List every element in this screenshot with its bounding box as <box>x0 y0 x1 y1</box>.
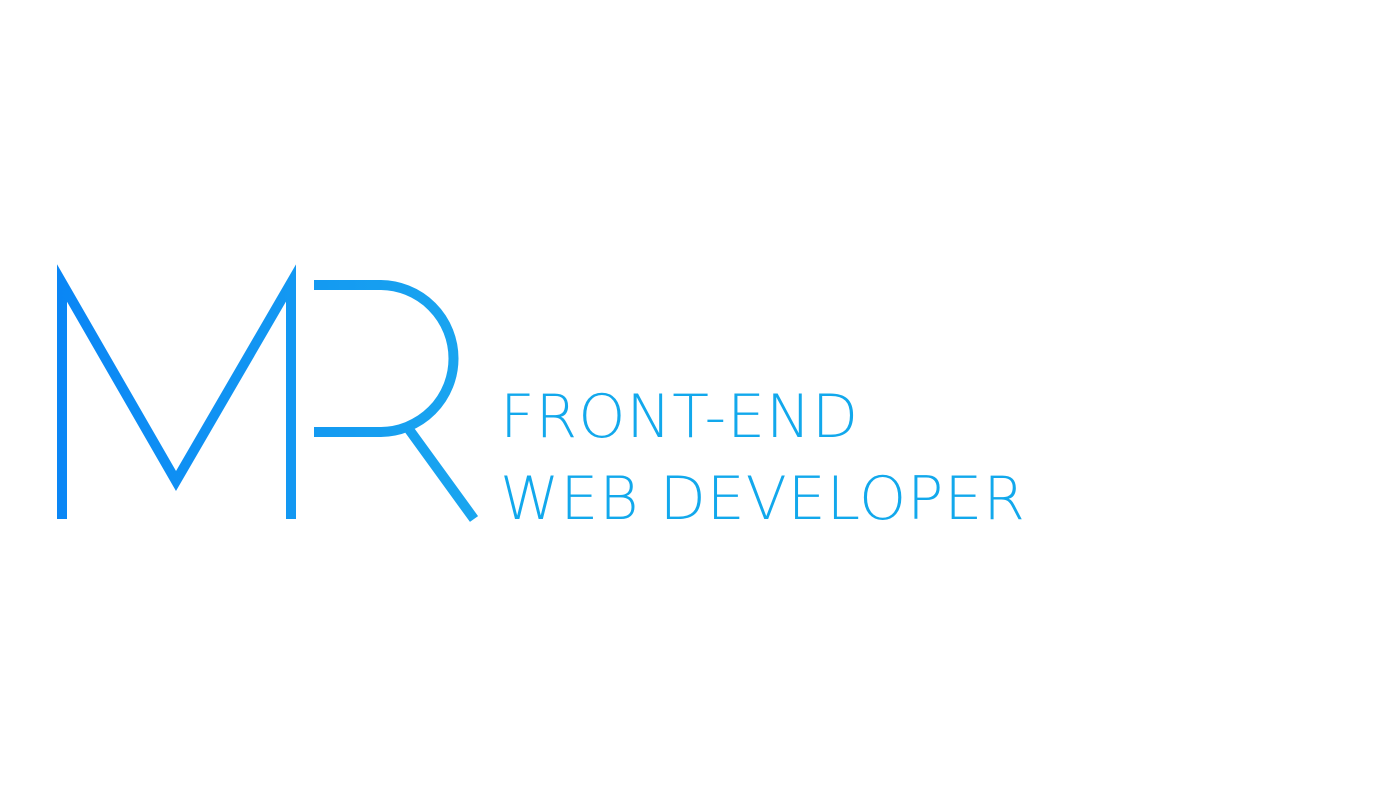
tagline-line-front-end: FRONT-END <box>500 382 860 452</box>
monogram-letter-m <box>57 264 296 519</box>
logo-page: FRONT-END WEB DEVELOPER <box>0 0 1400 800</box>
tagline: FRONT-END WEB DEVELOPER <box>500 376 1026 540</box>
tagline-line-web-developer: WEB DEVELOPER <box>500 464 1026 534</box>
monogram-letter-r <box>314 280 479 522</box>
